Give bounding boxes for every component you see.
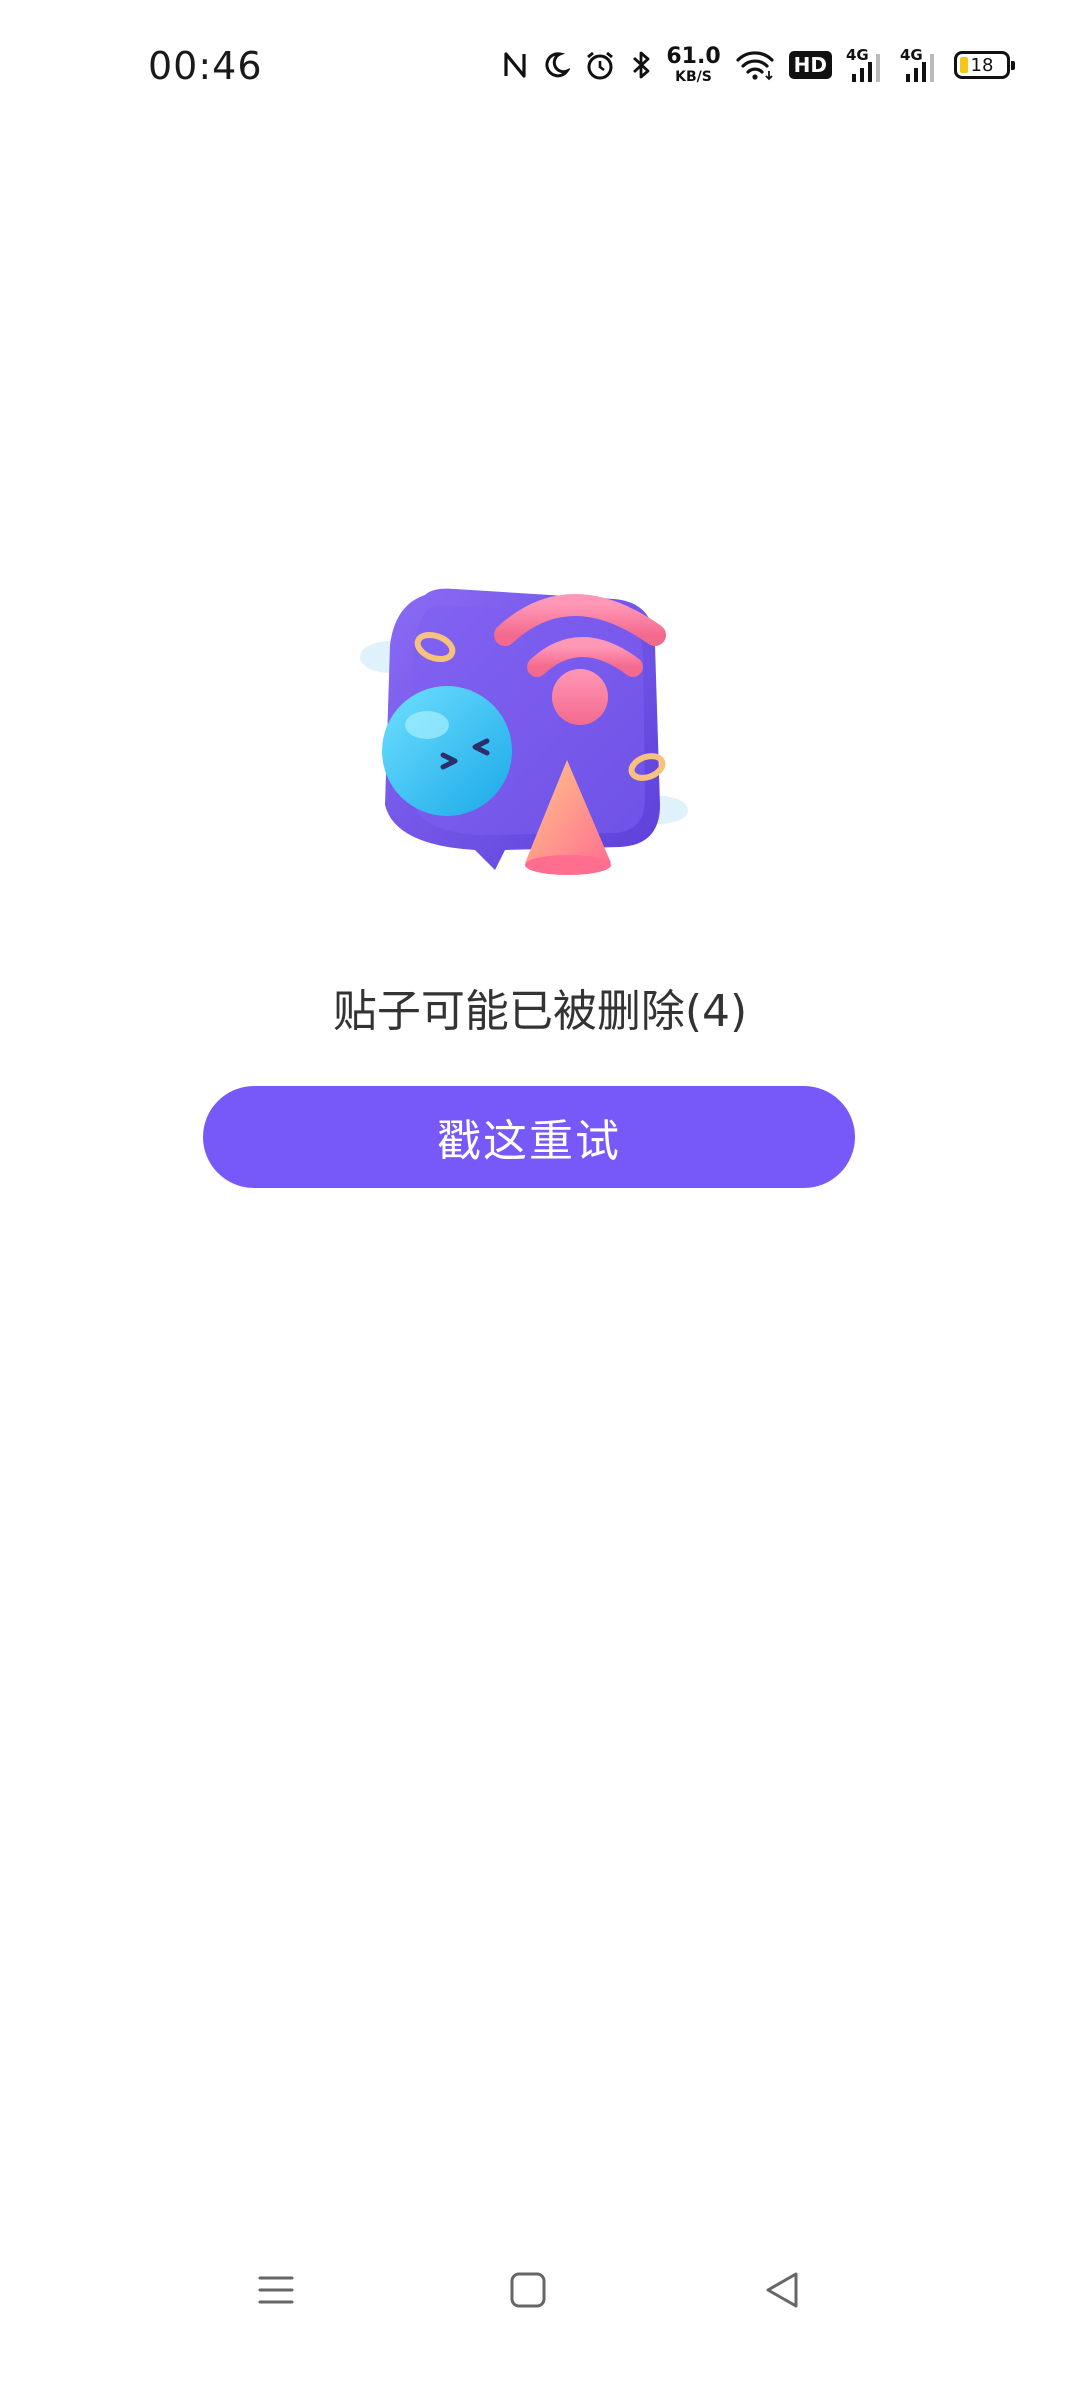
battery-icon: 18 [954,51,1015,79]
screen: 00:46 61.0 KB/S HD 4G 4G 18 贴子可能已被删除(4) … [0,0,1080,2400]
signal-icon: 4G [846,46,886,84]
net-speed-value: 61.0 [666,44,721,69]
signal-icon: 4G [900,46,940,84]
moon-icon [542,50,571,80]
net-speed-unit: KB/S [675,69,712,85]
battery-fill [960,57,968,73]
nfc-icon [502,50,528,80]
no-connection-illustration [355,575,715,895]
status-bar: 00:46 61.0 KB/S HD 4G 4G 18 [0,0,1080,130]
back-icon[interactable] [742,2260,822,2320]
status-icons: 61.0 KB/S HD 4G 4G 18 [502,40,1015,90]
navigation-bar [0,2240,1080,2340]
wifi-icon [735,49,775,81]
battery-level: 18 [970,54,994,76]
hd-icon: HD [788,51,832,79]
error-message: 贴子可能已被删除(4) [332,986,748,1037]
home-icon[interactable] [488,2260,568,2320]
retry-button[interactable]: 戳这重试 [203,1086,855,1188]
alarm-icon [584,49,616,81]
status-time: 00:46 [148,44,263,88]
net-speed: 61.0 KB/S [666,44,721,85]
bluetooth-icon [630,49,652,81]
menu-icon[interactable] [236,2260,316,2320]
